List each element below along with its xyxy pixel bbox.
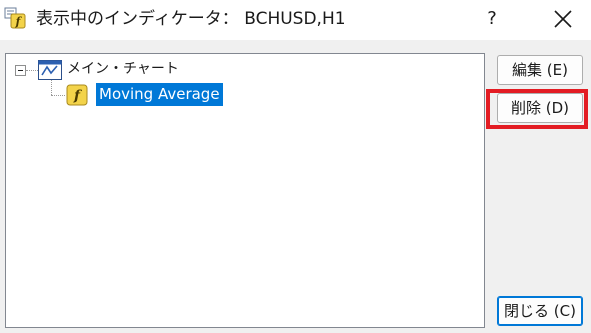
tree-connector (51, 95, 65, 97)
window-title: 表示中のインディケータ： BCHUSD,H1 (36, 9, 346, 29)
edit-button[interactable]: 編集 (E) (497, 55, 583, 85)
custom-indicator-icon: f (66, 84, 88, 106)
close-button[interactable]: 閉じる (C) (497, 296, 583, 326)
collapse-toggle-icon[interactable] (15, 65, 26, 76)
tree-connector (51, 80, 53, 95)
tree-item-moving-average[interactable]: Moving Average (96, 83, 223, 106)
title-bar: f 表示中のインディケータ： BCHUSD,H1 ? (0, 0, 591, 40)
tree-item-main-chart[interactable]: メイン・チャート (67, 58, 179, 80)
close-icon[interactable] (546, 3, 580, 35)
help-button[interactable]: ? (476, 4, 508, 34)
indicators-dialog: f 表示中のインディケータ： BCHUSD,H1 ? メイン・チャート f Mo… (0, 0, 591, 333)
indicator-tree[interactable]: メイン・チャート f Moving Average (5, 53, 485, 328)
chart-window-icon (38, 60, 62, 80)
indicator-list-icon: f (4, 7, 26, 29)
delete-button[interactable]: 削除 (D) (497, 93, 583, 123)
tree-connector (26, 70, 38, 72)
